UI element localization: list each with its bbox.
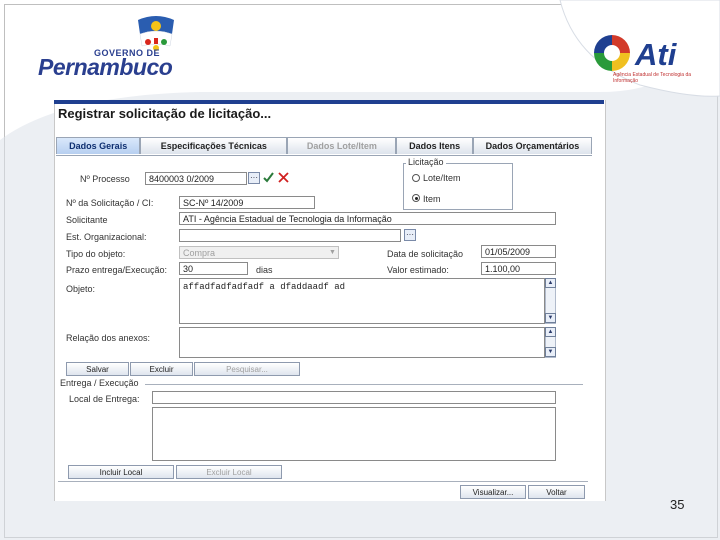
solicitacao-input[interactable]: SC-Nº 14/2009 — [179, 196, 315, 209]
valor-estimado-label: Valor estimado: — [387, 265, 449, 275]
est-organizacional-label: Est. Organizacional: — [66, 232, 147, 242]
licitacao-legend: Licitação — [406, 157, 446, 167]
local-entrega-list[interactable] — [152, 407, 556, 461]
tipo-objeto-label: Tipo do objeto: — [66, 249, 126, 259]
est-organizacional-input[interactable] — [179, 229, 401, 242]
anexos-label: Relação dos anexos: — [66, 333, 151, 343]
prazo-unit: dias — [256, 265, 273, 275]
pesquisar-button[interactable]: Pesquisar... — [194, 362, 300, 376]
data-solicitacao-input[interactable]: 01/05/2009 — [481, 245, 556, 258]
tab-especificacoes-tecnicas[interactable]: Especificações Técnicas — [140, 137, 288, 154]
tipo-objeto-select[interactable]: Compra — [179, 246, 339, 259]
radio-item[interactable] — [412, 194, 420, 202]
tab-bar: Dados Gerais Especificações Técnicas Dad… — [56, 137, 592, 155]
anexos-scroll-up-icon[interactable]: ▲ — [545, 327, 556, 337]
check-icon[interactable] — [262, 171, 275, 184]
tab-dados-gerais[interactable]: Dados Gerais — [56, 137, 141, 154]
anexos-textarea[interactable] — [179, 327, 545, 358]
prazo-label: Prazo entrega/Execução: — [66, 265, 168, 275]
close-icon[interactable] — [277, 171, 290, 184]
ati-logo-icon — [594, 35, 630, 71]
tab-dados-orcamentarios[interactable]: Dados Orçamentários — [472, 137, 592, 154]
tab-dados-itens[interactable]: Dados Itens — [396, 137, 473, 154]
entrega-divider — [145, 384, 583, 385]
window-top-bar — [54, 100, 604, 104]
entrega-section-label: Entrega / Execução — [60, 378, 139, 388]
licitacao-group — [403, 163, 513, 210]
incluir-local-button[interactable]: Incluir Local — [68, 465, 174, 479]
slide-number: 35 — [670, 497, 685, 512]
window-title: Registrar solicitação de licitação... — [58, 106, 272, 121]
scroll-down-icon[interactable]: ▼ — [545, 313, 556, 323]
prazo-input[interactable]: 30 — [179, 262, 248, 275]
footer-divider — [58, 481, 588, 482]
radio-lote-item[interactable] — [412, 174, 420, 182]
tab-underline — [56, 155, 592, 156]
data-solicitacao-label: Data de solicitação — [387, 249, 464, 259]
voltar-button[interactable]: Voltar — [528, 485, 585, 499]
radio-item-label: Item — [423, 194, 441, 204]
chevron-down-icon[interactable]: ▼ — [327, 247, 338, 258]
ellipsis-icon[interactable]: ··· — [248, 172, 260, 184]
ati-subtitle: Agência Estadual de Tecnologia da Inform… — [613, 72, 692, 84]
anexos-scroll-down-icon[interactable]: ▼ — [545, 347, 556, 357]
processo-input[interactable]: 8400003 0/2009 — [145, 172, 247, 185]
salvar-button[interactable]: Salvar — [66, 362, 129, 376]
valor-estimado-input[interactable]: 1.100,00 — [481, 262, 556, 275]
radio-lote-item-label: Lote/Item — [423, 173, 461, 183]
ati-wordmark: Ati — [635, 37, 677, 72]
solicitante-input[interactable]: ATI - Agência Estadual de Tecnologia da … — [179, 212, 556, 225]
solicitante-label: Solicitante — [66, 215, 108, 225]
objeto-textarea[interactable]: affadfadfadfadf a dfaddaadf ad — [179, 278, 545, 324]
solicitacao-label: Nº da Solicitação / CI: — [66, 198, 154, 208]
processo-label: Nº Processo — [80, 174, 130, 184]
local-entrega-label: Local de Entrega: — [69, 394, 140, 404]
excluir-button[interactable]: Excluir — [130, 362, 193, 376]
tab-dados-lote-item[interactable]: Dados Lote/Item — [287, 137, 397, 154]
scroll-up-icon[interactable]: ▲ — [545, 278, 556, 288]
objeto-label: Objeto: — [66, 284, 96, 294]
est-organizacional-ellipsis-icon[interactable]: ··· — [404, 229, 416, 241]
visualizar-button[interactable]: Visualizar... — [460, 485, 526, 499]
excluir-local-button[interactable]: Excluir Local — [176, 465, 282, 479]
local-entrega-input[interactable] — [152, 391, 556, 404]
pernambuco-label: Pernambuco — [38, 54, 173, 80]
